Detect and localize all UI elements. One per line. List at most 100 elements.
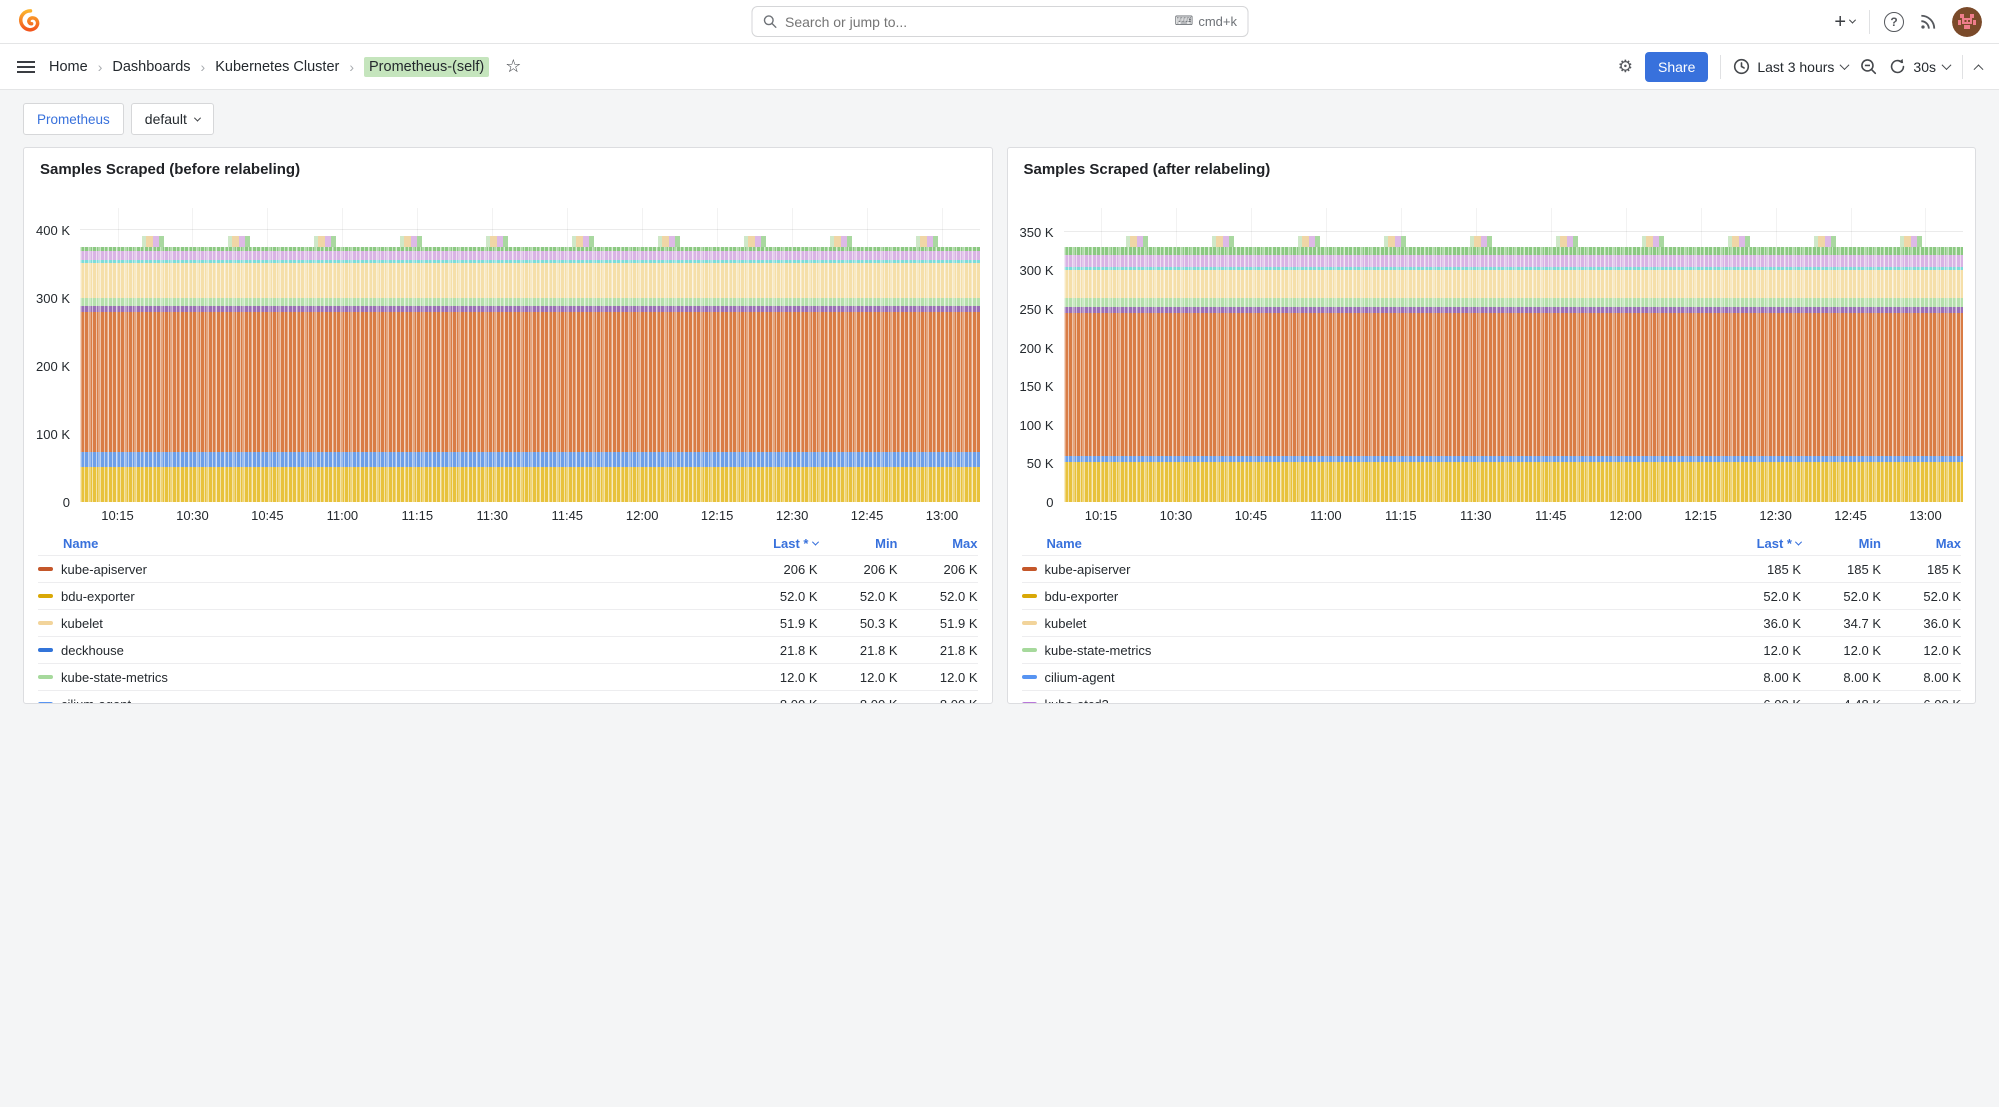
menu-icon[interactable] [17, 61, 35, 73]
datasource-label: Prometheus [37, 112, 110, 127]
series-name[interactable]: kube-state-metrics [61, 670, 168, 685]
series-max: 21.8 K [906, 643, 978, 658]
legend-row[interactable]: bdu-exporter 52.0 K 52.0 K 52.0 K [1022, 582, 1962, 609]
panel-title[interactable]: Samples Scraped (after relabeling) [1024, 161, 1271, 178]
series-name[interactable]: deckhouse [61, 643, 124, 658]
y-tick: 250 K [1020, 302, 1054, 317]
series-min: 206 K [826, 562, 898, 577]
y-tick: 0 [1046, 495, 1053, 510]
series-name[interactable]: kubelet [61, 616, 103, 631]
series-max: 36.0 K [1889, 616, 1961, 631]
series-color-swatch [38, 594, 53, 598]
panel-samples-before-relabeling[interactable]: Samples Scraped (before relabeling) 400 … [23, 147, 993, 704]
breadcrumb: Home › Dashboards › Kubernetes Cluster ›… [49, 57, 489, 77]
x-tick: 10:45 [1235, 508, 1268, 523]
collapse-toolbar-icon[interactable] [1974, 64, 1984, 74]
legend-header-last-label: Last * [1757, 536, 1792, 551]
x-tick: 12:00 [626, 508, 659, 523]
breadcrumb-separator: › [201, 59, 206, 75]
legend-row[interactable]: kube-state-metrics 12.0 K 12.0 K 12.0 K [38, 663, 978, 690]
legend-row[interactable]: cilium-agent 8.00 K 8.00 K 8.00 K [38, 690, 978, 704]
y-tick: 200 K [1020, 341, 1054, 356]
x-tick: 12:30 [776, 508, 809, 523]
legend-header-max[interactable]: Max [906, 536, 978, 551]
divider [1720, 55, 1721, 79]
breadcrumb-folder[interactable]: Kubernetes Cluster [215, 59, 339, 75]
legend-row[interactable]: kube-apiserver 185 K 185 K 185 K [1022, 555, 1962, 582]
datasource-picker[interactable]: Prometheus [23, 103, 124, 135]
series-max: 8.00 K [1889, 670, 1961, 685]
legend-header-min[interactable]: Min [1809, 536, 1881, 551]
series-max: 6.00 K [1889, 697, 1961, 705]
search-input[interactable] [785, 14, 1167, 30]
time-range-picker[interactable]: Last 3 hours [1733, 58, 1848, 75]
series-max: 8.00 K [906, 697, 978, 705]
share-button[interactable]: Share [1645, 52, 1708, 82]
legend-row[interactable]: kube-apiserver 206 K 206 K 206 K [38, 555, 978, 582]
series-name[interactable]: kube-etcd3 [1045, 697, 1109, 705]
y-tick: 100 K [1020, 418, 1054, 433]
chart-plot-area[interactable] [1064, 208, 1964, 502]
time-range-label: Last 3 hours [1757, 59, 1834, 75]
breadcrumb-home[interactable]: Home [49, 59, 88, 75]
panel-title[interactable]: Samples Scraped (before relabeling) [40, 161, 300, 178]
series-name[interactable]: kube-apiserver [61, 562, 147, 577]
legend-header-name[interactable]: Name [1047, 536, 1082, 551]
star-icon[interactable]: ☆ [505, 56, 521, 77]
refresh-icon [1889, 58, 1906, 75]
legend-header-last[interactable]: Last * [1729, 536, 1801, 551]
x-tick: 11:30 [476, 508, 508, 523]
series-name[interactable]: bdu-exporter [1045, 589, 1119, 604]
legend-row[interactable]: bdu-exporter 52.0 K 52.0 K 52.0 K [38, 582, 978, 609]
news-feed-button[interactable] [1918, 12, 1938, 32]
grafana-logo-icon[interactable] [17, 8, 44, 35]
zoom-out-icon[interactable] [1860, 58, 1877, 75]
series-name[interactable]: kubelet [1045, 616, 1087, 631]
chevron-down-icon [1849, 17, 1856, 24]
legend-row[interactable]: kube-etcd3 6.00 K 4.48 K 6.00 K [1022, 690, 1962, 704]
series-name[interactable]: bdu-exporter [61, 589, 135, 604]
breadcrumb-separator: › [349, 59, 354, 75]
legend-header-name[interactable]: Name [63, 536, 98, 551]
series-last: 36.0 K [1729, 616, 1801, 631]
y-tick: 400 K [36, 223, 70, 238]
series-min: 8.00 K [826, 697, 898, 705]
help-button[interactable]: ? [1884, 12, 1904, 32]
legend-row[interactable]: cilium-agent 8.00 K 8.00 K 8.00 K [1022, 663, 1962, 690]
series-name[interactable]: kube-state-metrics [1045, 643, 1152, 658]
legend-row[interactable]: kubelet 36.0 K 34.7 K 36.0 K [1022, 609, 1962, 636]
panel-samples-after-relabeling[interactable]: Samples Scraped (after relabeling) 350 K… [1007, 147, 1977, 704]
series-last: 185 K [1729, 562, 1801, 577]
gear-icon[interactable]: ⚙ [1618, 57, 1633, 77]
new-button[interactable]: + [1834, 12, 1855, 32]
series-color-swatch [1022, 675, 1037, 679]
y-tick: 200 K [36, 359, 70, 374]
legend-row[interactable]: deckhouse 21.8 K 21.8 K 21.8 K [38, 636, 978, 663]
variable-dropdown[interactable]: default [131, 103, 214, 135]
series-color-swatch [38, 675, 53, 679]
series-min: 21.8 K [826, 643, 898, 658]
refresh-picker[interactable]: 30s [1889, 58, 1950, 75]
series-name[interactable]: kube-apiserver [1045, 562, 1131, 577]
x-tick: 11:45 [1535, 508, 1567, 523]
breadcrumb-current[interactable]: Prometheus-(self) [364, 57, 489, 77]
user-avatar[interactable] [1952, 7, 1982, 37]
legend-header-min[interactable]: Min [826, 536, 898, 551]
series-name[interactable]: cilium-agent [61, 697, 131, 705]
divider [1962, 55, 1963, 79]
legend-row[interactable]: kubelet 51.9 K 50.3 K 51.9 K [38, 609, 978, 636]
series-last: 8.00 K [746, 697, 818, 705]
series-last: 52.0 K [746, 589, 818, 604]
legend-header: Name Last * Min Max [1022, 532, 1962, 555]
legend-header-last[interactable]: Last * [746, 536, 818, 551]
chart-plot-area[interactable] [80, 208, 980, 502]
legend-header-max[interactable]: Max [1889, 536, 1961, 551]
question-icon: ? [1890, 15, 1897, 29]
legend-row[interactable]: kube-state-metrics 12.0 K 12.0 K 12.0 K [1022, 636, 1962, 663]
x-tick: 11:15 [1385, 508, 1417, 523]
legend-table: Name Last * Min Max kube-apiserver 206 K… [24, 532, 992, 704]
series-name[interactable]: cilium-agent [1045, 670, 1115, 685]
x-tick: 12:45 [1834, 508, 1867, 523]
global-search[interactable]: ⌨ cmd+k [751, 6, 1248, 37]
breadcrumb-dashboards[interactable]: Dashboards [112, 59, 190, 75]
